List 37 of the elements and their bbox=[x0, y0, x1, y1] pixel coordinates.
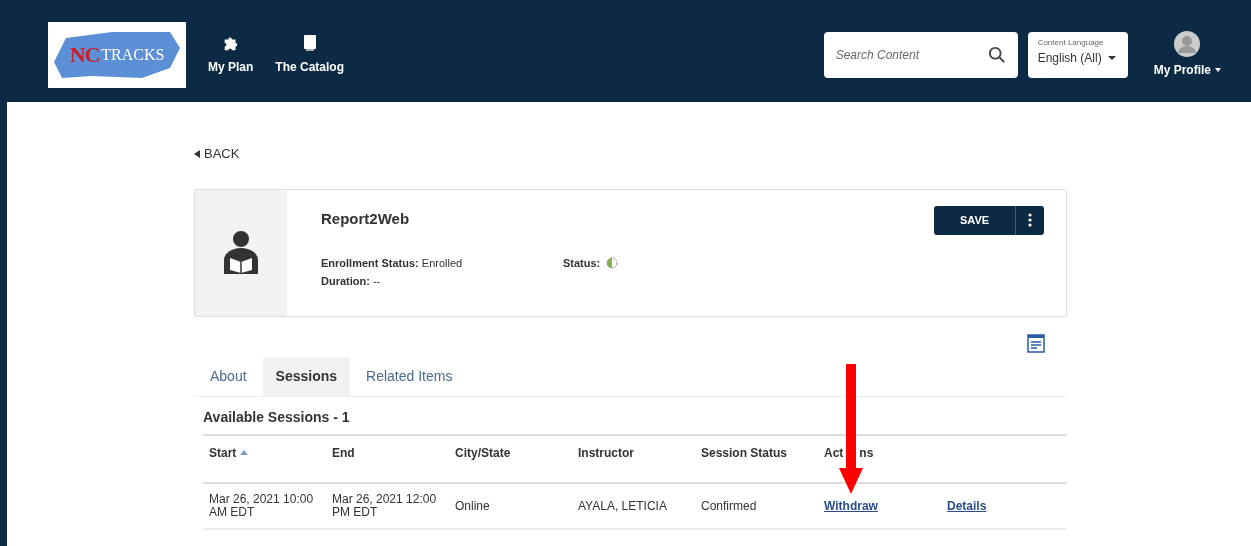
table-cell: Mar 26, 2021 10:00 AM EDT bbox=[209, 491, 314, 519]
more-icon bbox=[1028, 213, 1032, 227]
column-header: Session Status bbox=[701, 444, 788, 462]
column-header: Instructor bbox=[578, 444, 634, 462]
column-header: City/State bbox=[455, 444, 511, 462]
enrollment-status: Enrollment Status: Enrolled bbox=[321, 256, 464, 271]
book-icon bbox=[302, 33, 317, 52]
back-link[interactable]: BACK bbox=[194, 144, 1067, 164]
action-link[interactable]: Withdraw bbox=[824, 498, 878, 513]
tab[interactable]: About bbox=[194, 356, 263, 396]
status-label: Status: bbox=[563, 256, 601, 271]
duration: Duration: -- bbox=[321, 274, 382, 289]
tab[interactable]: Sessions bbox=[262, 356, 351, 396]
course-title: Report2Web bbox=[321, 208, 410, 229]
notepad-icon[interactable] bbox=[1027, 332, 1045, 353]
table-cell: Online bbox=[455, 498, 490, 513]
column-header[interactable]: Start bbox=[209, 443, 249, 462]
search-field[interactable]: Search Content bbox=[823, 31, 1018, 78]
avatar-icon bbox=[1174, 30, 1201, 57]
column-header: Act bbox=[824, 444, 844, 462]
column-header: ns bbox=[859, 444, 874, 462]
table-cell: Mar 26, 2021 12:00 PM EDT bbox=[332, 491, 437, 519]
action-link[interactable]: Details bbox=[947, 498, 987, 513]
tab[interactable]: Related Items bbox=[350, 356, 469, 396]
progress-icon bbox=[606, 257, 619, 269]
column-header: End bbox=[332, 444, 355, 462]
nav-link[interactable]: My Plan bbox=[208, 33, 254, 76]
nav-link[interactable]: The Catalog bbox=[275, 33, 345, 76]
section-heading: Available Sessions - 1 bbox=[203, 407, 351, 427]
table-cell: Confirmed bbox=[701, 498, 757, 513]
logo-text: TRACKS bbox=[101, 44, 165, 65]
sort-icon bbox=[240, 450, 249, 455]
search-icon bbox=[987, 45, 1006, 64]
language-dropdown[interactable]: Content Language English (All) bbox=[1027, 31, 1128, 78]
table-cell: AYALA, LETICIA bbox=[578, 498, 667, 513]
profile-menu[interactable]: My Profile bbox=[1153, 30, 1221, 79]
logo-text: NC bbox=[69, 41, 100, 69]
